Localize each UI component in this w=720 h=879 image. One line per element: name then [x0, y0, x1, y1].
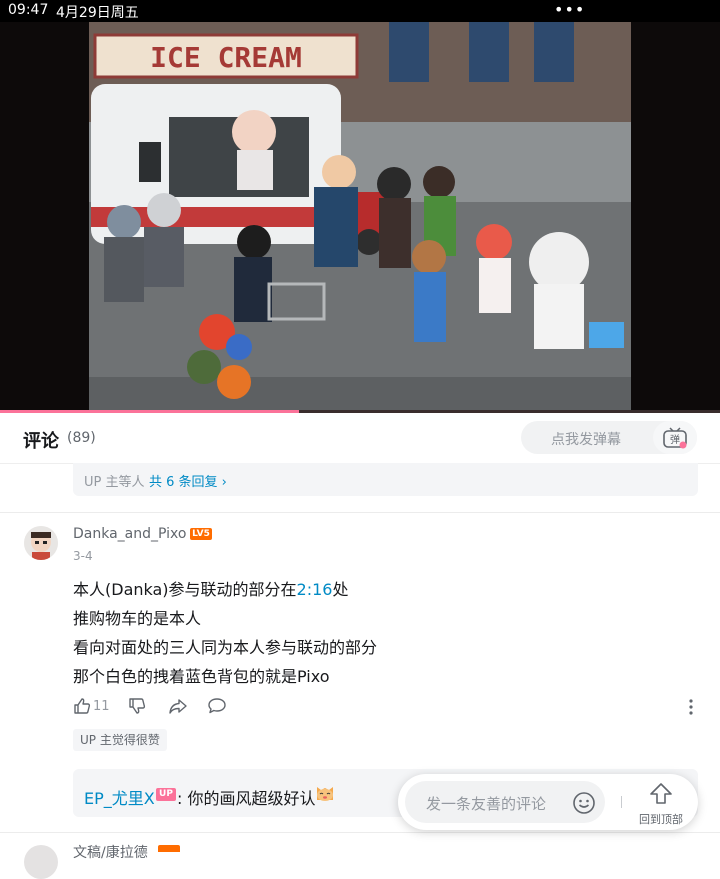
divider: [621, 796, 622, 808]
reply-button[interactable]: [207, 697, 227, 715]
svg-text:弹: 弹: [670, 433, 680, 446]
comment-username[interactable]: 文稿/康拉德: [73, 842, 148, 862]
danmaku-input[interactable]: 点我发弹幕 弹: [521, 421, 697, 454]
comment-username[interactable]: Danka_and_Pixo: [73, 526, 186, 542]
comment-compose-bar: 发一条友善的评论 回到顶部: [398, 774, 698, 830]
comment-text: 处: [332, 580, 349, 599]
level-badge: [158, 845, 180, 852]
back-to-top-label: 回到顶部: [639, 813, 683, 826]
comment-divider: [0, 832, 720, 833]
comment-divider: [0, 512, 720, 513]
comments-title[interactable]: 评论: [23, 427, 59, 453]
comments-header: 评论 (89) 点我发弹幕 弹: [0, 413, 720, 464]
thumb-down-icon: [129, 698, 146, 714]
dislike-button[interactable]: [128, 697, 146, 715]
danmaku-toggle-button[interactable]: 弹: [653, 421, 697, 454]
up-liked-badge: UP 主觉得很赞: [73, 729, 167, 751]
more-options-button[interactable]: [686, 697, 696, 721]
video-timestamp-link[interactable]: 2:16: [297, 580, 333, 599]
more-vertical-icon: [689, 699, 693, 715]
comment-line: 看向对面处的三人同为本人参与联动的部分: [73, 638, 378, 657]
sub-reply-username[interactable]: EP_尤里X: [84, 785, 155, 809]
avatar[interactable]: [24, 526, 58, 560]
share-button[interactable]: [168, 697, 188, 715]
comment-line: 推购物车的是本人: [73, 609, 202, 628]
danmaku-placeholder: 点我发弹幕: [551, 432, 621, 448]
comment-date: 3-4: [73, 549, 93, 563]
status-date: 4月29日周五: [56, 5, 139, 21]
back-to-top-button[interactable]: 回到顶部: [636, 779, 686, 826]
avatar-image: [24, 526, 58, 560]
multitask-dots-icon[interactable]: •••: [554, 0, 585, 19]
emoji-icon[interactable]: [572, 791, 596, 815]
like-count: 11: [93, 698, 110, 714]
comment-input[interactable]: 发一条友善的评论: [405, 781, 605, 823]
cat-emoji-icon: [317, 787, 333, 801]
comment-line: 那个白色的拽着蓝色背包的就是Pixo: [73, 667, 330, 686]
status-bar: 09:47 4月29日周五 •••: [0, 0, 720, 22]
share-icon: [169, 699, 187, 714]
thumb-up-icon: [74, 698, 91, 714]
level-badge: LV5: [190, 528, 212, 540]
video-frame: ICE CREAM: [89, 22, 631, 412]
status-time: 09:47: [8, 2, 49, 18]
reply-summary-prefix: UP 主等人: [84, 475, 145, 490]
like-button[interactable]: 11: [73, 697, 110, 715]
avatar[interactable]: [24, 845, 58, 879]
comment-line: 本人(Danka)参与联动的部分在2:16处: [73, 576, 349, 600]
comments-count: (89): [67, 430, 96, 446]
arrow-up-icon: [650, 783, 672, 804]
video-player[interactable]: ICE CREAM: [0, 22, 720, 412]
reply-summary-link[interactable]: 共 6 条回复 ›: [149, 471, 227, 490]
comment-bubble-icon: [208, 698, 226, 714]
sub-reply-text: : 你的画风超级好认: [177, 789, 316, 808]
reply-summary[interactable]: UP 主等人 共 6 条回复 ›: [73, 463, 698, 496]
up-badge: UP: [156, 788, 176, 801]
comment-input-placeholder: 发一条友善的评论: [426, 795, 547, 813]
comment-text: 本人(Danka)参与联动的部分在: [73, 580, 297, 599]
danmaku-tv-icon: 弹: [663, 426, 687, 448]
video-sign-text: ICE CREAM: [150, 41, 302, 74]
